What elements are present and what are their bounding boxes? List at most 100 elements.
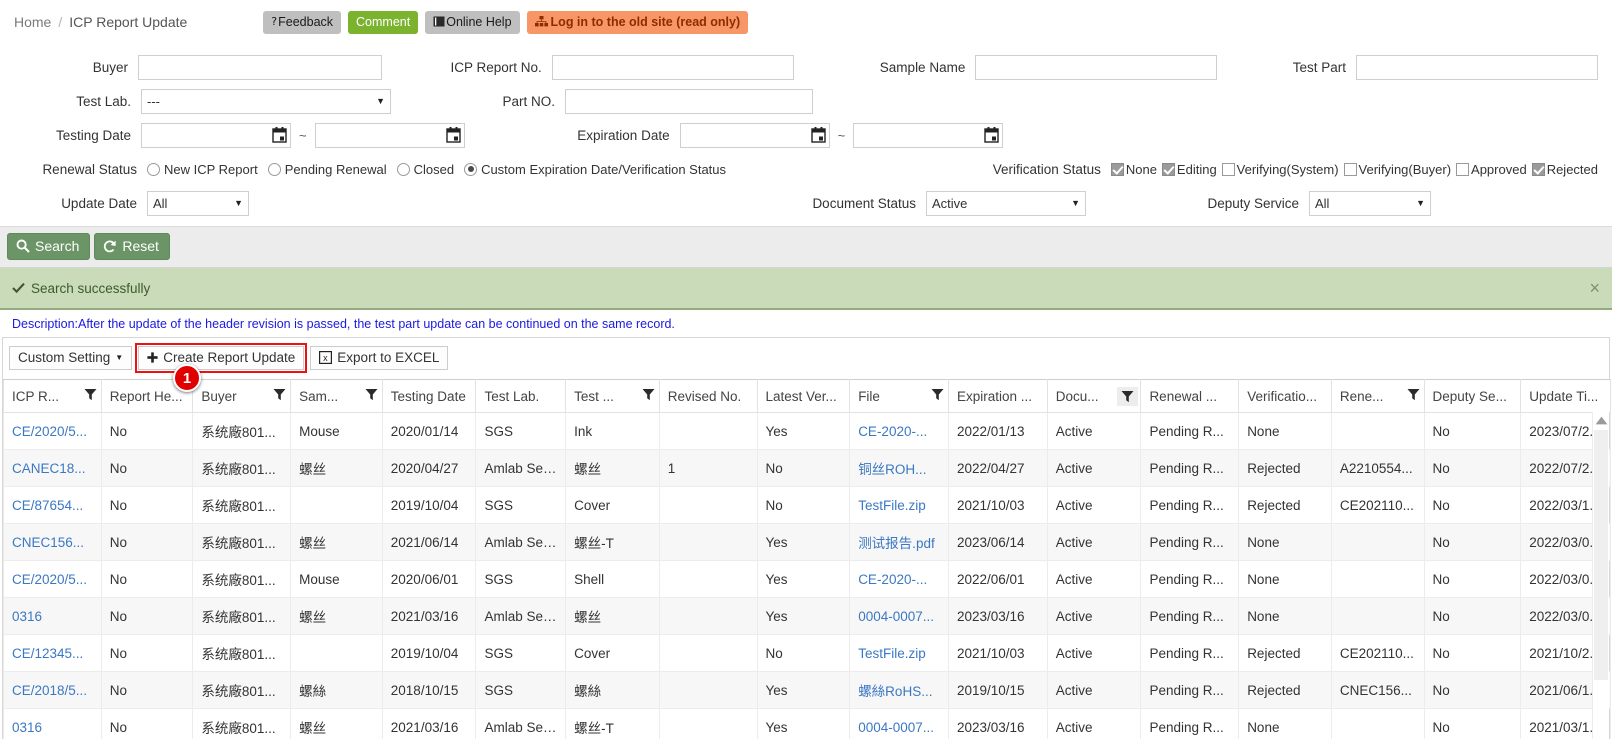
part-no-input[interactable] [565, 88, 813, 114]
column-header-15[interactable]: Deputy Se... [1423, 379, 1522, 413]
renewal-status-option-new-icp-report[interactable]: New ICP Report [147, 162, 268, 177]
table-row[interactable]: CE/2020/5... No 系统廠801... Mouse 2020/06/01 SG… [3, 560, 1611, 598]
table-cell[interactable]: CE/87654... [3, 486, 102, 524]
file-link[interactable]: 测试报告.pdf [858, 536, 935, 551]
verification-checkbox-none[interactable]: None [1110, 162, 1162, 177]
table-cell[interactable]: CE/2020/5... [3, 560, 102, 598]
file-link[interactable]: CE-2020-... [858, 424, 927, 439]
file-link[interactable]: 螺絲RoHS... [858, 684, 932, 699]
vertical-scrollbar[interactable] [1592, 412, 1609, 739]
verification-checkbox-rejected[interactable]: Rejected [1531, 162, 1598, 177]
scrollbar-thumb[interactable] [1594, 430, 1608, 680]
column-header-10[interactable]: Expiration ... [947, 379, 1048, 413]
feedback-button[interactable]: ? Feedback [263, 10, 342, 34]
table-cell[interactable]: CE/12345... [3, 634, 102, 672]
column-header-13[interactable]: Verificatio... [1238, 379, 1332, 413]
table-cell[interactable]: CANEC18... [3, 449, 102, 487]
column-header-0[interactable]: ICP R... [3, 379, 102, 413]
filter-icon[interactable] [365, 388, 378, 404]
expiration-date-from-input[interactable] [679, 122, 830, 148]
report-no-link[interactable]: CANEC18... [12, 461, 86, 476]
table-row[interactable]: CE/87654... No 系统廠801... 2019/10/04 SGS Cover… [3, 486, 1611, 524]
file-link[interactable]: 铜丝ROH... [858, 462, 926, 477]
table-row[interactable]: CE/2018/5... No 系统廠801... 螺絲 2018/10/15 SGS 螺絲… [3, 671, 1611, 709]
verification-checkbox-verifying-buyer[interactable]: Verifying(Buyer) [1343, 162, 1456, 177]
column-header-6[interactable]: Test ... [565, 379, 660, 413]
table-row[interactable]: CNEC156... No 系统廠801... 螺丝 2021/06/14 Amlab S… [3, 523, 1611, 561]
online-help-button[interactable]: Online Help [425, 10, 520, 34]
icp-report-no-input[interactable] [551, 54, 794, 80]
table-cell[interactable]: CNEC156... [3, 523, 102, 561]
testing-date-to-input[interactable] [314, 122, 465, 148]
deputy-service-select[interactable]: All ▼ [1309, 190, 1431, 216]
test-lab-select[interactable]: --- ▼ [141, 88, 391, 114]
report-no-link[interactable]: CE/2020/5... [12, 572, 87, 587]
table-cell[interactable]: 螺絲RoHS... [849, 671, 949, 709]
filter-icon[interactable] [931, 388, 944, 404]
table-row[interactable]: CE/2020/5... No 系统廠801... Mouse 2020/01/14 SG… [3, 412, 1611, 450]
custom-setting-button[interactable]: Custom Setting ▼ [9, 346, 133, 370]
table-cell[interactable]: 0004-0007... [849, 597, 949, 635]
filter-icon[interactable] [273, 388, 286, 404]
column-header-8[interactable]: Latest Ver... [756, 379, 851, 413]
comment-button[interactable]: Comment [348, 10, 419, 34]
create-report-update-button[interactable]: Create Report Update [138, 346, 305, 370]
search-button[interactable]: Search [7, 233, 91, 260]
alert-close-icon[interactable]: × [1589, 279, 1600, 297]
column-header-2[interactable]: Buyer [192, 379, 292, 413]
renewal-status-option-closed[interactable]: Closed [396, 162, 464, 177]
verification-checkbox-verifying-system[interactable]: Verifying(System) [1221, 162, 1344, 177]
file-link[interactable]: TestFile.zip [858, 498, 926, 513]
column-header-14[interactable]: Rene... [1330, 379, 1425, 413]
table-cell[interactable]: TestFile.zip [849, 634, 949, 672]
table-cell[interactable]: TestFile.zip [849, 486, 949, 524]
breadcrumb-home[interactable]: Home [14, 14, 51, 30]
column-header-3[interactable]: Sam... [290, 379, 383, 413]
report-no-link[interactable]: CE/2018/5... [12, 683, 87, 698]
file-link[interactable]: 0004-0007... [858, 720, 934, 735]
old-site-login-button[interactable]: Log in to the old site (read only) [526, 10, 749, 34]
column-header-12[interactable]: Renewal ... [1140, 379, 1240, 413]
table-cell[interactable]: 0316 [3, 597, 102, 635]
table-cell[interactable]: 0004-0007... [849, 708, 949, 739]
table-cell[interactable]: CE/2020/5... [3, 412, 102, 450]
column-header-4[interactable]: Testing Date [381, 379, 477, 413]
verification-checkbox-editing[interactable]: Editing [1161, 162, 1222, 177]
test-part-input[interactable] [1355, 54, 1598, 80]
sample-name-input[interactable] [975, 54, 1218, 80]
buyer-input[interactable] [138, 54, 382, 80]
reset-button[interactable]: Reset [94, 233, 170, 260]
table-cell[interactable]: 铜丝ROH... [849, 449, 949, 487]
report-no-link[interactable]: CNEC156... [12, 535, 84, 550]
table-row[interactable]: 0316 No 系统廠801... 螺丝 2021/03/16 Amlab Ser... 螺… [3, 708, 1611, 739]
report-no-link[interactable]: CE/2020/5... [12, 424, 87, 439]
file-link[interactable]: CE-2020-... [858, 572, 927, 587]
column-header-5[interactable]: Test Lab. [475, 379, 567, 413]
table-row[interactable]: CANEC18... No 系统廠801... 螺丝 2020/04/27 Amlab S… [3, 449, 1611, 487]
file-link[interactable]: 0004-0007... [858, 609, 934, 624]
export-to-excel-button[interactable]: x Export to EXCEL [310, 346, 449, 370]
update-date-select[interactable]: All ▼ [147, 190, 249, 216]
report-no-link[interactable]: 0316 [12, 609, 42, 624]
filter-icon[interactable] [84, 388, 97, 404]
table-row[interactable]: 0316 No 系统廠801... 螺丝 2021/03/16 Amlab Ser... 螺… [3, 597, 1611, 635]
document-status-select[interactable]: Active ▼ [926, 190, 1086, 216]
testing-date-from-input[interactable] [141, 122, 291, 148]
table-cell[interactable]: 0316 [3, 708, 102, 739]
table-cell[interactable]: CE-2020-... [849, 412, 949, 450]
file-link[interactable]: TestFile.zip [858, 646, 926, 661]
table-cell[interactable]: CE-2020-... [849, 560, 949, 598]
expiration-date-to-input[interactable] [853, 122, 1004, 148]
column-header-7[interactable]: Revised No. [658, 379, 758, 413]
filter-icon[interactable] [1117, 386, 1139, 406]
verification-checkbox-approved[interactable]: Approved [1456, 162, 1532, 177]
table-row[interactable]: CE/12345... No 系统廠801... 2019/10/04 SGS Cover… [3, 634, 1611, 672]
renewal-status-option-pending-renewal[interactable]: Pending Renewal [267, 162, 397, 177]
table-cell[interactable]: CE/2018/5... [3, 671, 102, 709]
report-no-link[interactable]: 0316 [12, 720, 42, 735]
filter-icon[interactable] [1407, 388, 1420, 404]
column-header-9[interactable]: File [849, 379, 949, 413]
column-header-16[interactable]: Update Ti... [1520, 379, 1611, 413]
report-no-link[interactable]: CE/87654... [12, 498, 83, 513]
renewal-status-option-custom[interactable]: Custom Expiration Date/Verification Stat… [464, 162, 736, 177]
